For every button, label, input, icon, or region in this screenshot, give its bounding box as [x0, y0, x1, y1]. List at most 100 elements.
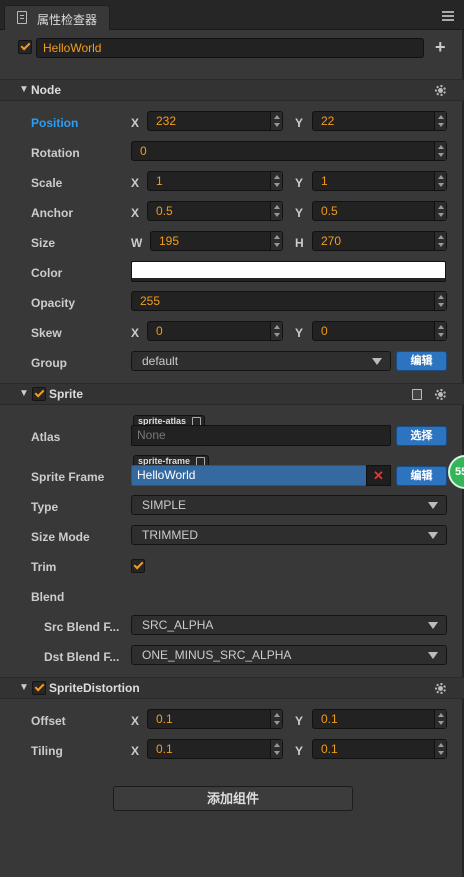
book-icon[interactable]	[412, 389, 422, 400]
tiling-x-input[interactable]: 0.1	[147, 739, 283, 759]
tiling-label: Tiling	[31, 744, 63, 758]
dst-blend-label: Dst Blend F...	[44, 650, 120, 664]
axis-label: X	[131, 326, 140, 340]
rotation-input[interactable]: 0	[131, 141, 447, 161]
node-name-input[interactable]: HelloWorld	[36, 38, 424, 58]
stepper-icon[interactable]	[270, 710, 282, 728]
axis-label: Y	[295, 714, 304, 728]
sprite-enabled-checkbox[interactable]	[32, 387, 46, 401]
gear-icon[interactable]	[435, 85, 446, 96]
anchor-y-input[interactable]: 0.5	[312, 201, 447, 221]
distortion-enabled-checkbox[interactable]	[32, 681, 46, 695]
offset-x-input[interactable]: 0.1	[147, 709, 283, 729]
hamburger-menu-icon[interactable]	[442, 11, 454, 21]
size-h-input[interactable]: 270	[312, 231, 447, 251]
size-w-input[interactable]: 195	[150, 231, 283, 251]
tab-title: 属性检查器	[37, 13, 98, 27]
chevron-down-icon	[428, 652, 438, 659]
size-mode-select[interactable]: TRIMMED	[131, 525, 447, 545]
section-title: Node	[31, 83, 61, 97]
stepper-icon[interactable]	[270, 740, 282, 758]
size-label: Size	[31, 236, 56, 250]
group-label: Group	[31, 356, 67, 370]
node-enabled-checkbox[interactable]	[18, 40, 32, 54]
axis-label: Y	[295, 176, 304, 190]
scale-x-input[interactable]: 1	[147, 171, 283, 191]
add-component-button[interactable]: 添加组件	[113, 786, 353, 811]
chevron-down-icon	[428, 622, 438, 629]
tab-bar: 属性检查器	[0, 0, 464, 30]
stepper-icon[interactable]	[434, 112, 446, 130]
trim-label: Trim	[31, 560, 57, 574]
stepper-icon[interactable]	[434, 232, 446, 250]
trim-checkbox[interactable]	[131, 559, 145, 573]
gear-icon[interactable]	[435, 683, 446, 694]
collapse-arrow-icon[interactable]: ▼	[19, 388, 29, 399]
inspector-icon	[17, 11, 27, 24]
atlas-select-button[interactable]: 选择	[396, 426, 447, 446]
section-title: SpriteDistortion	[49, 681, 140, 695]
sprite-frame-label: Sprite Frame	[31, 470, 105, 484]
plus-icon[interactable]: +	[435, 37, 449, 57]
stepper-icon[interactable]	[270, 172, 282, 190]
skew-label: Skew	[31, 326, 62, 340]
sprite-frame-field[interactable]: HelloWorld	[131, 465, 367, 486]
skew-y-input[interactable]: 0	[312, 321, 447, 341]
color-picker-field[interactable]	[131, 261, 446, 282]
gear-icon[interactable]	[435, 389, 446, 400]
collapse-arrow-icon[interactable]: ▼	[19, 84, 29, 95]
axis-label: X	[131, 116, 140, 130]
tiling-y-input[interactable]: 0.1	[312, 739, 447, 759]
collapse-arrow-icon[interactable]: ▼	[19, 682, 29, 693]
axis-label: X	[131, 206, 140, 220]
offset-label: Offset	[31, 714, 66, 728]
node-section-header[interactable]: ▼ Node	[0, 79, 464, 101]
src-blend-select[interactable]: SRC_ALPHA	[131, 615, 447, 635]
stepper-icon[interactable]	[434, 172, 446, 190]
chevron-down-icon	[372, 358, 382, 365]
type-label: Type	[31, 500, 59, 514]
stepper-icon[interactable]	[434, 292, 446, 310]
axis-label: X	[131, 176, 140, 190]
type-select[interactable]: SIMPLE	[131, 495, 447, 515]
tab-inspector[interactable]: 属性检查器	[4, 5, 110, 30]
position-label: Position	[31, 116, 79, 130]
axis-label: Y	[295, 116, 304, 130]
group-edit-button[interactable]: 编辑	[396, 351, 447, 371]
atlas-field[interactable]: None	[131, 425, 391, 446]
stepper-icon[interactable]	[270, 202, 282, 220]
sprite-section-header[interactable]: ▼ Sprite	[0, 383, 464, 405]
stepper-icon[interactable]	[270, 112, 282, 130]
position-y-input[interactable]: 22	[312, 111, 447, 131]
axis-label: X	[131, 744, 140, 758]
stepper-icon[interactable]	[434, 740, 446, 758]
distortion-section-header[interactable]: ▼ SpriteDistortion	[0, 677, 464, 699]
chevron-down-icon	[428, 532, 438, 539]
axis-label: H	[295, 236, 304, 250]
anchor-x-input[interactable]: 0.5	[147, 201, 283, 221]
stepper-icon[interactable]	[434, 710, 446, 728]
sprite-frame-edit-button[interactable]: 编辑	[396, 466, 447, 486]
size-mode-label: Size Mode	[31, 530, 90, 544]
dst-blend-select[interactable]: ONE_MINUS_SRC_ALPHA	[131, 645, 447, 665]
axis-label: Y	[295, 326, 304, 340]
stepper-icon[interactable]	[434, 142, 446, 160]
scale-label: Scale	[31, 176, 63, 190]
section-title: Sprite	[49, 387, 84, 401]
position-x-input[interactable]: 232	[147, 111, 283, 131]
axis-label: X	[131, 714, 140, 728]
stepper-icon[interactable]	[434, 202, 446, 220]
offset-y-input[interactable]: 0.1	[312, 709, 447, 729]
blend-label: Blend	[31, 590, 65, 604]
opacity-input[interactable]: 255	[131, 291, 447, 311]
axis-label: Y	[295, 206, 304, 220]
scale-y-input[interactable]: 1	[312, 171, 447, 191]
stepper-icon[interactable]	[270, 232, 282, 250]
axis-label: W	[131, 236, 143, 250]
stepper-icon[interactable]	[270, 322, 282, 340]
clear-icon[interactable]: ✕	[366, 465, 391, 486]
stepper-icon[interactable]	[434, 322, 446, 340]
group-select[interactable]: default	[131, 351, 391, 371]
skew-x-input[interactable]: 0	[147, 321, 283, 341]
color-label: Color	[31, 266, 63, 280]
